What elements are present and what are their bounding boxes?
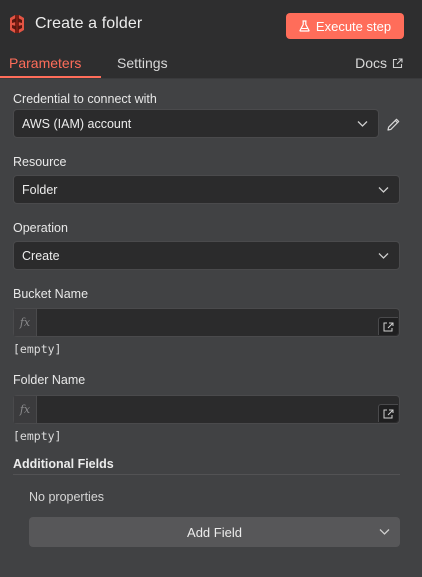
folder-name-hint: [empty] xyxy=(13,429,62,443)
credential-select[interactable]: AWS (IAM) account xyxy=(13,109,379,138)
docs-label: Docs xyxy=(355,55,387,71)
resource-value: Folder xyxy=(22,182,58,197)
tab-bar: Parameters Settings Docs xyxy=(0,50,422,79)
active-tab-indicator xyxy=(0,76,101,78)
add-field-label: Add Field xyxy=(187,524,242,540)
chevron-down-icon xyxy=(379,529,390,535)
bucket-name-hint: [empty] xyxy=(13,342,62,356)
operation-label: Operation xyxy=(13,221,68,235)
execute-step-label: Execute step xyxy=(315,18,392,34)
tab-settings[interactable]: Settings xyxy=(117,55,168,71)
node-header: Create a folder Execute step xyxy=(0,0,422,50)
tab-parameters[interactable]: Parameters xyxy=(9,55,81,71)
resource-select[interactable]: Folder xyxy=(13,175,400,204)
resource-label: Resource xyxy=(13,155,67,169)
aws-s3-icon xyxy=(10,15,24,33)
flask-icon xyxy=(299,20,310,32)
chevron-down-icon xyxy=(357,121,368,127)
docs-link[interactable]: Docs xyxy=(355,55,403,71)
folder-name-label: Folder Name xyxy=(13,373,86,387)
add-field-button[interactable]: Add Field xyxy=(29,517,400,547)
section-divider xyxy=(13,474,400,475)
external-link-icon xyxy=(392,57,403,68)
bucket-name-input[interactable]: fx xyxy=(13,308,400,337)
chevron-down-icon xyxy=(378,187,389,193)
credential-value: AWS (IAM) account xyxy=(22,116,132,131)
bucket-name-label: Bucket Name xyxy=(13,287,89,301)
folder-name-input[interactable]: fx xyxy=(13,395,400,424)
fx-badge: fx xyxy=(14,396,37,423)
operation-select[interactable]: Create xyxy=(13,241,400,270)
fx-badge: fx xyxy=(14,309,37,336)
operation-value: Create xyxy=(22,248,60,263)
open-expression-editor-icon[interactable] xyxy=(378,404,398,422)
no-properties-text: No properties xyxy=(29,490,105,504)
additional-fields-title: Additional Fields xyxy=(13,457,114,471)
open-expression-editor-icon[interactable] xyxy=(378,317,398,335)
node-title: Create a folder xyxy=(35,15,143,32)
credential-label: Credential to connect with xyxy=(13,92,157,106)
chevron-down-icon xyxy=(378,253,389,259)
edit-credential-icon[interactable] xyxy=(386,117,401,132)
execute-step-button[interactable]: Execute step xyxy=(286,13,404,39)
